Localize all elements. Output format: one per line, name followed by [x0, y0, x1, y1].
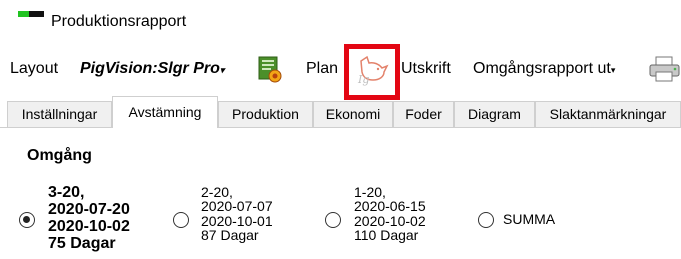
- round-end: 2020-10-02: [48, 218, 130, 235]
- tab-avstamning[interactable]: Avstämning: [112, 96, 218, 128]
- round-start: 2020-07-20: [48, 201, 130, 218]
- plan-label: Plan: [306, 60, 339, 77]
- round-duration: 87 Dagar: [201, 227, 259, 244]
- round-start: 2020-07-07: [201, 198, 273, 215]
- round-radio-2[interactable]: [173, 212, 189, 228]
- summa-label: SUMMA: [503, 211, 556, 227]
- tab-foder[interactable]: Foder: [393, 101, 454, 127]
- round-end: 2020-10-01: [201, 212, 273, 229]
- tab-divider: [0, 127, 681, 128]
- report-icon[interactable]: [258, 55, 282, 83]
- round-duration: 75 Dagar: [48, 235, 116, 252]
- print-label: Utskrift: [401, 60, 451, 77]
- round-start: 2020-06-15: [354, 198, 426, 215]
- round-option-1: 3-20, 2020-07-20 2020-10-02 75 Dagar: [48, 184, 130, 252]
- window-title: Produktionsrapport: [51, 13, 187, 30]
- app-logo-icon: [18, 11, 44, 17]
- print-dropdown[interactable]: Omgångsrapport ut▾: [473, 60, 615, 78]
- tab-slaktanmarkningar[interactable]: Slaktanmärkningar: [535, 101, 681, 127]
- highlight-box: [344, 44, 400, 100]
- round-end: 2020-10-02: [354, 212, 426, 229]
- round-radio-1[interactable]: [19, 212, 35, 228]
- round-name: 1-20,: [354, 184, 386, 200]
- tab-produktion[interactable]: Produktion: [218, 101, 313, 127]
- summa-radio[interactable]: [478, 212, 494, 228]
- section-title: Omgång: [27, 147, 92, 164]
- round-option-3: 1-20, 2020-06-15 2020-10-02 110 Dagar: [354, 185, 426, 243]
- tab-installningar[interactable]: Inställningar: [7, 101, 112, 127]
- chevron-down-icon: ▾: [610, 65, 616, 75]
- round-duration: 110 Dagar: [354, 227, 419, 244]
- printer-icon[interactable]: [648, 55, 681, 83]
- chevron-down-icon: ▾: [219, 65, 225, 75]
- tab-diagram[interactable]: Diagram: [454, 101, 535, 127]
- round-name: 3-20,: [48, 184, 85, 201]
- layout-dropdown-value: PigVision:Slgr Pro: [80, 60, 220, 77]
- round-option-2: 2-20, 2020-07-07 2020-10-01 87 Dagar: [201, 185, 273, 243]
- round-radio-3[interactable]: [325, 212, 341, 228]
- layout-dropdown[interactable]: PigVision:Slgr Pro▾: [80, 60, 224, 78]
- layout-label: Layout: [10, 60, 59, 77]
- print-dropdown-value: Omgångsrapport ut: [473, 60, 611, 77]
- round-name: 2-20,: [201, 184, 233, 200]
- tab-ekonomi[interactable]: Ekonomi: [313, 101, 393, 127]
